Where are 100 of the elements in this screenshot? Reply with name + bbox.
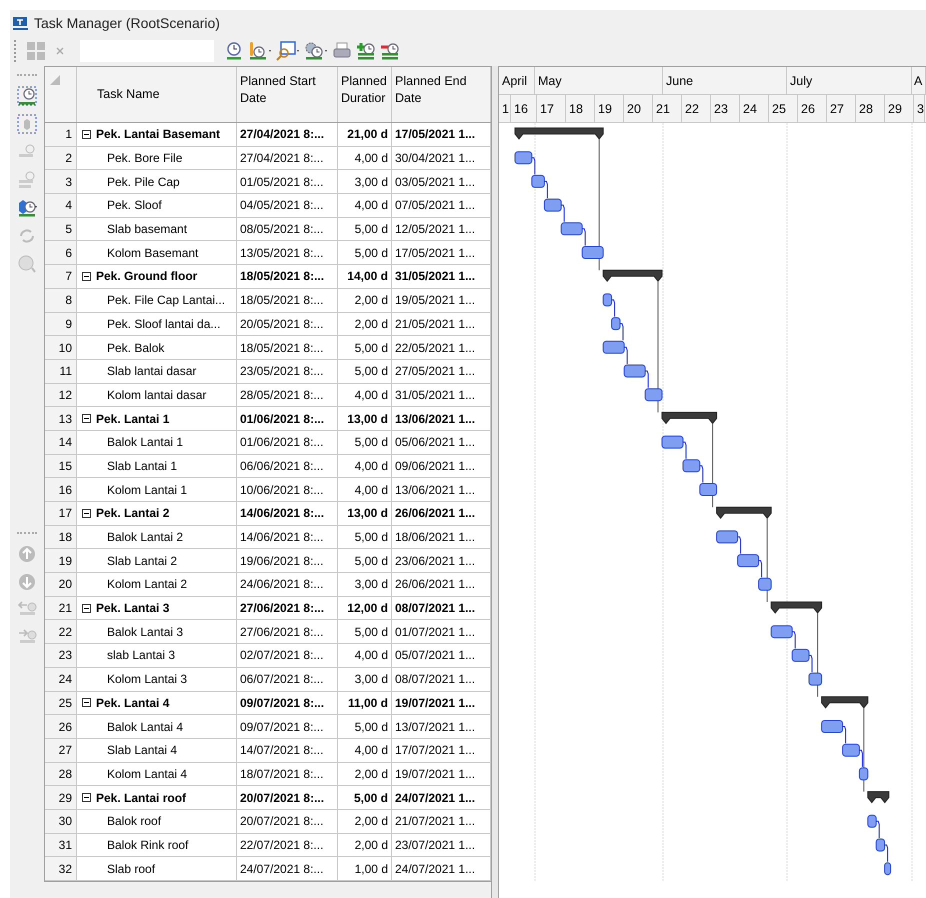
duration: 2,00 d — [354, 814, 388, 828]
task-bar[interactable] — [624, 364, 646, 378]
week-label: 25 — [772, 102, 786, 116]
row-number: 27 — [58, 743, 72, 758]
row-number: 23 — [58, 648, 72, 662]
duration: 11,00 d — [348, 696, 388, 710]
add-task-icon[interactable] — [356, 41, 376, 61]
start-date: 20/07/2021 8:... — [240, 814, 324, 828]
collapse-icon[interactable] — [82, 604, 91, 613]
end-date: 26/06/2021 1... — [395, 506, 476, 520]
row-number: 18 — [58, 530, 72, 544]
collapse-icon[interactable] — [82, 414, 91, 424]
task-bar[interactable] — [544, 198, 562, 212]
start-date: 24/06/2021 8:... — [240, 577, 324, 592]
task-bar[interactable] — [716, 530, 738, 544]
duration: 2,00 d — [354, 316, 388, 331]
task-bar[interactable] — [662, 436, 684, 449]
clock-icon[interactable] — [224, 41, 244, 61]
row-number: 16 — [58, 482, 72, 497]
object-clock-icon[interactable] — [17, 198, 37, 218]
task-name: Pek. Balok — [107, 340, 164, 355]
task-bar[interactable] — [884, 862, 892, 876]
task-bar[interactable] — [758, 578, 772, 591]
row-number: 8 — [65, 293, 72, 308]
task-bar[interactable] — [770, 625, 793, 638]
start-date: 09/07/2021 8:... — [240, 696, 324, 710]
duration: 5,00 d — [354, 624, 388, 639]
task-bar[interactable] — [699, 483, 718, 496]
task-bar[interactable] — [808, 672, 822, 686]
task-name: slab Lantai 3 — [107, 648, 176, 662]
task-bar[interactable] — [792, 648, 810, 662]
row-number: 1 — [65, 127, 72, 142]
window-title: Task Manager (RootScenario) — [34, 15, 220, 31]
duration: 5,00 d — [354, 364, 388, 378]
row-number: 2 — [65, 151, 72, 166]
task-bar[interactable] — [582, 246, 604, 259]
start-date: 23/05/2021 8:... — [240, 364, 324, 378]
select-task-icon[interactable] — [17, 86, 37, 106]
column-header[interactable]: Task Name — [97, 86, 160, 103]
week-label: 22 — [685, 102, 699, 116]
duration: 4,00 d — [354, 388, 388, 402]
task-bar[interactable] — [531, 174, 545, 188]
duration: 5,00 d — [354, 246, 388, 260]
end-date: 08/07/2021 1... — [395, 672, 476, 686]
collapse-icon[interactable] — [82, 272, 91, 281]
end-date: 19/05/2021 1... — [395, 293, 476, 308]
collapse-icon[interactable] — [82, 793, 91, 802]
month-label: A — [914, 74, 922, 88]
task-name: Pek. File Cap Lantai... — [107, 293, 226, 308]
row-number: 3 — [65, 174, 72, 189]
row-number: 11 — [60, 364, 72, 378]
dependency-link — [792, 631, 796, 649]
task-bar[interactable] — [602, 293, 612, 306]
week-label: 24 — [743, 102, 757, 116]
duration: 2,00 d — [354, 838, 388, 852]
collapse-icon[interactable] — [82, 130, 91, 139]
task-bar[interactable] — [858, 767, 868, 780]
week-label: 20 — [627, 102, 641, 116]
task-name: Pek. Lantai roof — [96, 790, 186, 805]
dependency-link — [884, 844, 888, 862]
task-bar[interactable] — [682, 459, 700, 472]
select-object-icon[interactable] — [17, 114, 37, 134]
sort-corner-icon — [48, 73, 62, 87]
thermometer-clock-icon[interactable] — [248, 41, 272, 61]
task-bar[interactable] — [821, 720, 844, 733]
start-date: 20/05/2021 8:... — [240, 316, 324, 331]
dependency-link — [611, 299, 616, 318]
zoom-window-icon[interactable] — [276, 41, 300, 61]
remove-task-icon[interactable] — [380, 41, 400, 61]
task-bar[interactable] — [514, 151, 532, 164]
start-date: 06/07/2021 8:... — [240, 672, 324, 686]
row-number: 15 — [58, 458, 72, 473]
start-date: 10/06/2021 8:... — [240, 482, 324, 497]
collapse-icon[interactable] — [82, 698, 91, 708]
task-bar[interactable] — [602, 340, 625, 354]
task-bar[interactable] — [560, 222, 583, 236]
collapse-icon[interactable] — [82, 508, 91, 518]
task-bar[interactable] — [644, 388, 662, 402]
gear-clock-icon[interactable] — [304, 41, 328, 61]
task-bar[interactable] — [867, 814, 877, 828]
column-header[interactable]: Planned End Date — [395, 73, 487, 107]
end-date: 17/07/2021 1... — [395, 743, 476, 758]
duration: 2,00 d — [354, 766, 388, 781]
task-bar[interactable] — [737, 554, 760, 568]
duration: 13,00 d — [347, 412, 388, 426]
row-number: 21 — [58, 601, 72, 616]
dependency-link — [624, 346, 628, 364]
week-label: 18 — [569, 102, 583, 116]
month-label: May — [538, 74, 562, 88]
task-bar[interactable] — [876, 838, 886, 852]
task-name: Kolom Lantai 3 — [107, 672, 188, 686]
week-label: 3 — [917, 102, 924, 116]
column-header[interactable]: Planned Start Date — [240, 73, 334, 107]
start-date: 18/05/2021 8:... — [240, 340, 324, 355]
task-bar[interactable] — [611, 317, 620, 330]
column-header[interactable]: Planned Duratior — [341, 73, 388, 107]
row-number: 32 — [58, 862, 72, 876]
duration: 4,00 d — [354, 743, 388, 758]
task-bar[interactable] — [842, 744, 860, 757]
start-date: 13/05/2021 8:... — [240, 246, 324, 260]
